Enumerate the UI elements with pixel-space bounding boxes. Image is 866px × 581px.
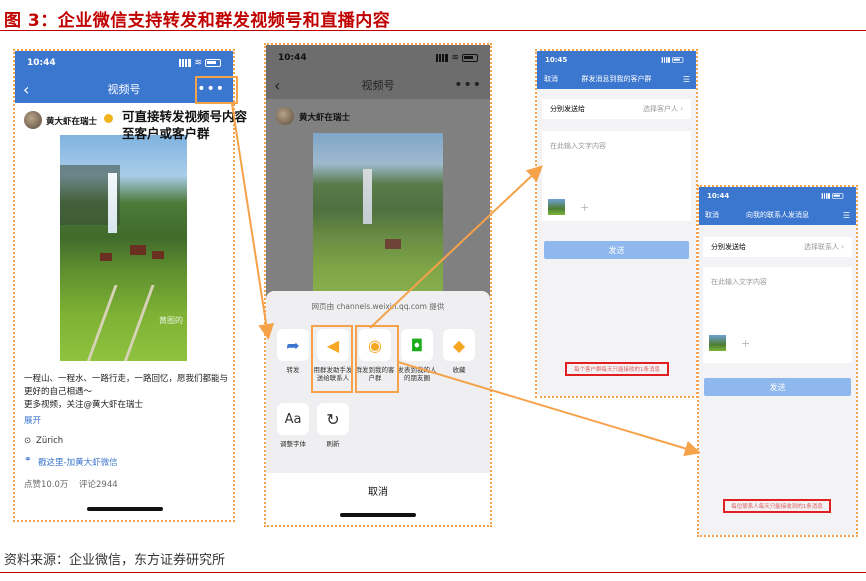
source-note: 资料来源：企业微信，东方证券研究所	[4, 553, 226, 568]
bottom-divider	[0, 572, 866, 573]
arrow-to-contacts	[397, 361, 701, 457]
connector-arrows	[231, 103, 701, 457]
arrow-more-to-sheet	[231, 103, 275, 340]
arrow-to-customer-group	[369, 165, 543, 329]
